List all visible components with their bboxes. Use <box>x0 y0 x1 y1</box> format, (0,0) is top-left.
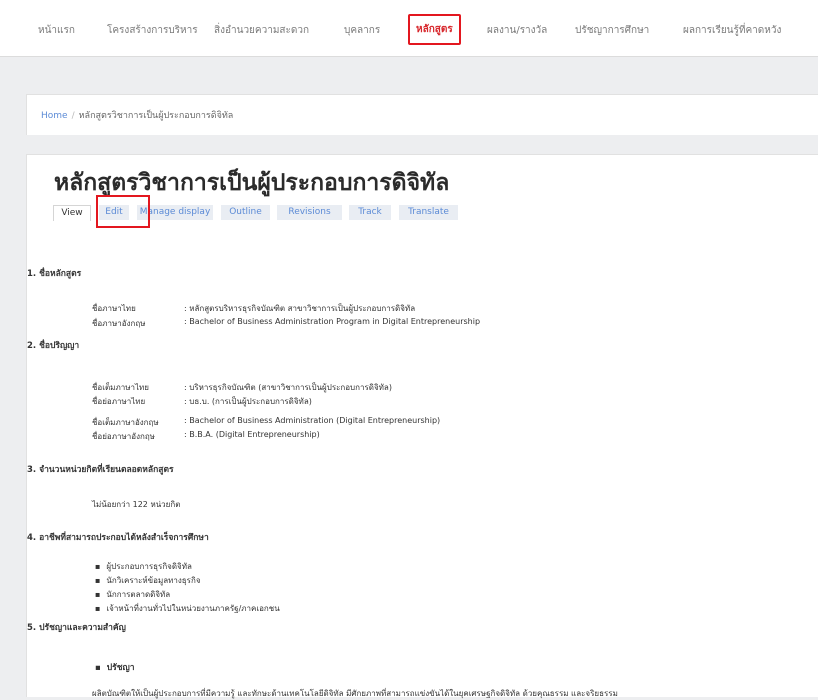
nav-item-personnel[interactable]: บุคลากร <box>344 23 380 38</box>
section-heading-3: 3. จำนวนหน่วยกิตที่เรียนตลอดหลักสูตร <box>27 465 174 475</box>
row-value: : บธ.บ. (การเป็นผู้ประกอบการดิจิทัล) <box>184 397 312 406</box>
breadcrumb-panel: Home / หลักสูตรวิชาการเป็นผู้ประกอบการดิจิ… <box>26 94 818 135</box>
row-label: ชื่อภาษาอังกฤษ <box>92 319 146 328</box>
philosophy-text: ผลิตบัณฑิตให้เป็นผู้ประกอบการที่มีความรู… <box>92 689 618 698</box>
section-heading-1: 1. ชื่อหลักสูตร <box>27 269 82 279</box>
credits-text: ไม่น้อยกว่า 122 หน่วยกิต <box>92 500 181 509</box>
nav-item-learning-outcomes[interactable]: ผลการเรียนรู้ที่คาดหวัง <box>683 23 781 38</box>
nav-item-philosophy[interactable]: ปรัชญาการศึกษา <box>575 23 649 38</box>
row-label: ชื่อเต็มภาษาไทย <box>92 383 149 392</box>
edit-tab-highlight <box>96 195 150 228</box>
list-item: ผู้ประกอบการธุรกิจดิจิทัล <box>95 560 192 573</box>
nav-item-curriculum[interactable]: หลักสูตร <box>408 14 461 45</box>
list-item: นักวิเคราะห์ข้อมูลทางธุรกิจ <box>95 574 200 587</box>
nav-item-structure[interactable]: โครงสร้างการบริหาร <box>107 23 198 38</box>
section-heading-5: 5. ปรัชญาและความสำคัญ <box>27 623 126 633</box>
row-label: ชื่อย่อภาษาอังกฤษ <box>92 432 155 441</box>
nav-item-awards[interactable]: ผลงาน/รางวัล <box>487 23 547 38</box>
section-heading-2: 2. ชื่อปริญญา <box>27 341 80 351</box>
breadcrumb: Home / หลักสูตรวิชาการเป็นผู้ประกอบการดิจิ… <box>41 108 233 122</box>
row-value: : บริหารธุรกิจบัณฑิต (สาขาวิชาการเป็นผู้… <box>184 383 392 392</box>
top-navigation: หน้าแรก โครงสร้างการบริหาร สิ่งอำนวยความ… <box>0 0 818 57</box>
breadcrumb-separator: / <box>71 111 75 121</box>
row-label: ชื่อเต็มภาษาอังกฤษ <box>92 418 159 427</box>
main-content: หลักสูตรวิชาการเป็นผู้ประกอบการดิจิทัล V… <box>26 154 818 698</box>
row-value: : Bachelor of Business Administration Pr… <box>184 317 481 326</box>
breadcrumb-current: หลักสูตรวิชาการเป็นผู้ประกอบการดิจิทัล <box>78 111 234 121</box>
row-label: ชื่อย่อภาษาไทย <box>92 397 146 406</box>
row-value: : B.B.A. (Digital Entrepreneurship) <box>184 430 320 439</box>
row-label: ชื่อภาษาไทย <box>92 304 136 313</box>
row-value: : Bachelor of Business Administration (D… <box>184 416 441 425</box>
list-item: เจ้าหน้าที่งานทั่วไปในหน่วยงานภาครัฐ/ภาค… <box>95 602 279 615</box>
tab-revisions[interactable]: Revisions <box>277 205 342 220</box>
nav-item-facilities[interactable]: สิ่งอำนวยความสะดวก <box>214 23 309 38</box>
tab-translate[interactable]: Translate <box>399 205 458 220</box>
tab-view[interactable]: View <box>53 205 91 221</box>
philosophy-subheading: ปรัชญา <box>95 660 135 674</box>
list-item: นักการตลาดดิจิทัล <box>95 588 170 601</box>
tab-outline[interactable]: Outline <box>221 205 270 220</box>
section-heading-4: 4. อาชีพที่สามารถประกอบได้หลังสำเร็จการศ… <box>27 533 209 543</box>
row-value: : หลักสูตรบริหารธุรกิจบัณฑิต สาขาวิชาการ… <box>184 304 416 313</box>
nav-item-home[interactable]: หน้าแรก <box>38 23 75 38</box>
breadcrumb-home-link[interactable]: Home <box>41 111 68 121</box>
tab-track[interactable]: Track <box>349 205 391 220</box>
